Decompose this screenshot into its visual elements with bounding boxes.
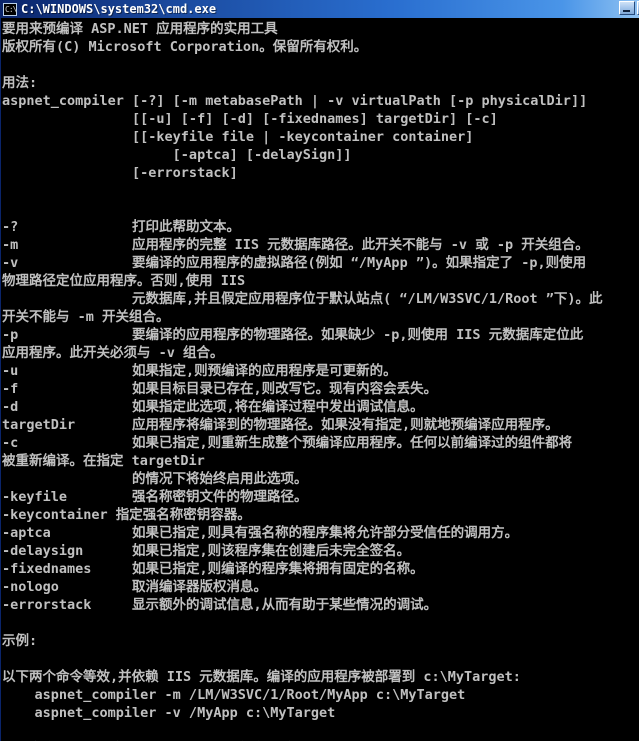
console-line: 以下两个命令等效,并依赖 IIS 元数据库。编译的应用程序被部署到 c:\MyT… (2, 669, 521, 685)
console-line: 示例: (2, 633, 38, 649)
console-line: 版权所有(C) Microsoft Corporation。保留所有权利。 (2, 39, 368, 55)
console-line: -m 应用程序的完整 IIS 元数据库路径。此开关不能与 -v 或 -p 开关组… (2, 237, 589, 253)
console-line: [[-keyfile file | -keycontainer containe… (2, 129, 474, 145)
minimize-button[interactable] (619, 1, 635, 15)
console-line: 元数据库,并且假定应用程序位于默认站点( “/LM/W3SVC/1/Root ”… (2, 291, 603, 307)
console-line: -d 如果指定此选项,将在编译过程中发出调试信息。 (2, 399, 424, 415)
console-line: 物理路径定位应用程序。否则,使用 IIS (2, 273, 246, 289)
cmd-console-icon: C:\ (3, 2, 17, 16)
console-line: 用法: (2, 75, 38, 91)
console-line: aspnet_compiler -v /MyApp c:\MyTarget (2, 705, 336, 721)
console-output-area[interactable]: 要用来预编译 ASP.NET 应用程序的实用工具版权所有(C) Microsof… (1, 18, 639, 741)
console-line: 开关不能与 -m 开关组合。 (2, 309, 170, 325)
console-line: 的情况下将始终启用此选项。 (2, 471, 308, 487)
console-line: targetDir 应用程序将编译到的物理路径。如果没有指定,则就地预编译应用程… (2, 417, 559, 433)
console-line: -fixednames 如果已指定,则编译的程序集将拥有固定的名称。 (2, 561, 424, 577)
console-line: 应用程序。此开关必须与 -v 组合。 (2, 345, 224, 361)
console-line: -keyfile 强名称密钥文件的物理路径。 (2, 489, 308, 505)
console-line: -u 如果指定,则预编译的应用程序是可更新的。 (2, 363, 397, 379)
console-line: [-errorstack] (2, 165, 238, 181)
console-line: -? 打印此帮助文本。 (2, 219, 241, 235)
console-line: -c 如果已指定,则重新生成整个预编译应用程序。任何以前编译过的组件都将 (2, 435, 573, 451)
console-text: 要用来预编译 ASP.NET 应用程序的实用工具版权所有(C) Microsof… (1, 18, 639, 741)
console-line: -aptca 如果已指定,则具有强名称的程序集将允许部分受信任的调用方。 (2, 525, 519, 541)
title-bar[interactable]: C:\ C:\WINDOWS\system32\cmd.exe (1, 0, 639, 18)
console-line: -p 要编译的应用程序的物理路径。如果缺少 -p,则使用 IIS 元数据库定位此 (2, 327, 584, 343)
console-line: aspnet_compiler -m /LM/W3SVC/1/Root/MyAp… (2, 687, 466, 703)
console-line: -f 如果目标目录已存在,则改写它。现有内容会丢失。 (2, 381, 438, 397)
minimize-icon (623, 10, 630, 12)
console-line: -errorstack 显示额外的调试信息,从而有助于某些情况的调试。 (2, 597, 438, 613)
console-line: [-aptca] [-delaySign]] (2, 147, 352, 163)
console-line: -nologo 取消编译器版权消息。 (2, 579, 268, 595)
window-title: C:\WINDOWS\system32\cmd.exe (21, 2, 217, 16)
console-line: 被重新编译。在指定 targetDir (2, 453, 205, 469)
console-line: -v 要编译的应用程序的虚拟路径(例如 “/MyApp ”)。如果指定了 -p,… (2, 255, 587, 271)
window-controls (619, 1, 639, 15)
cmd-icon-glyph: C:\ (5, 4, 17, 14)
console-line: [[-u] [-f] [-d] [-fixednames] targetDir]… (2, 111, 498, 127)
console-line: aspnet_compiler [-?] [-m metabasePath | … (2, 93, 588, 109)
console-line: -delaysign 如果已指定,则该程序集在创建后未完全签名。 (2, 543, 411, 559)
console-line: -keycontainer 指定强名称密钥容器。 (2, 507, 251, 523)
console-window: C:\ C:\WINDOWS\system32\cmd.exe 要用来预编译 A… (0, 0, 639, 741)
console-line: 要用来预编译 ASP.NET 应用程序的实用工具 (2, 21, 278, 37)
